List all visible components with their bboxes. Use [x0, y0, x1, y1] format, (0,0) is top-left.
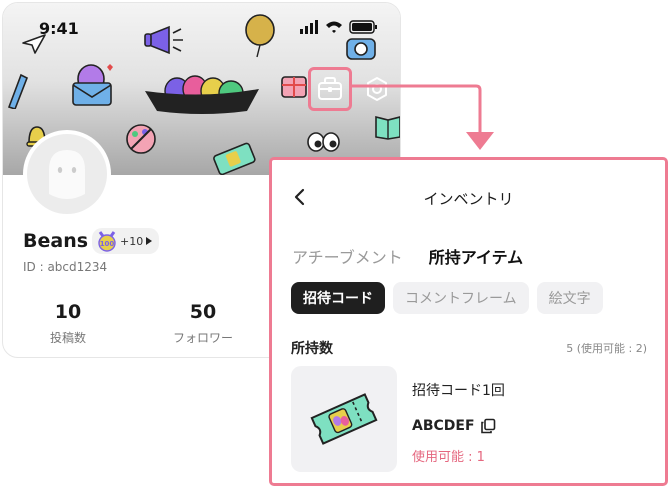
user-id: ID : abcd1234	[23, 260, 108, 274]
stat-posts-label: 投稿数	[49, 331, 86, 345]
tab-achievements[interactable]: アチーブメント	[292, 244, 403, 268]
mail-monster-icon	[72, 64, 113, 106]
status-bar: 9:41	[3, 3, 400, 43]
ghost-avatar-icon	[49, 150, 85, 199]
tab-owned-items[interactable]: 所持アイテム	[429, 244, 523, 268]
owned-count-label: 所持数	[291, 341, 333, 357]
ticket-sticker-icon	[213, 142, 256, 175]
gift-icon	[281, 76, 307, 98]
item-category-chips: 招待コード コメントフレーム 絵文字	[291, 282, 603, 314]
eyes-icon	[307, 132, 340, 152]
shop-icon	[318, 77, 342, 100]
chip-emoji[interactable]: 絵文字	[536, 282, 603, 314]
copy-button[interactable]	[479, 417, 497, 435]
stat-followers-label: フォロワー	[172, 331, 233, 345]
inventory-header: インベントリ	[272, 182, 665, 212]
copy-icon	[480, 418, 495, 434]
item-thumbnail[interactable]	[291, 366, 397, 472]
shop-button[interactable]	[312, 71, 348, 107]
stat-posts-value: 10	[54, 301, 82, 323]
stat-posts[interactable]: 10 投稿数	[23, 301, 113, 346]
avatar[interactable]	[23, 130, 111, 218]
status-time: 9:41	[39, 19, 79, 38]
book-icon	[375, 115, 400, 140]
ticket-icon	[310, 393, 378, 445]
owned-count-value: 5 (使用可能 : 2)	[566, 342, 647, 355]
inventory-panel: インベントリ アチーブメント 所持アイテム 招待コード コメントフレーム 絵文字…	[269, 157, 668, 486]
profile-name-row: Beans 100 +10	[23, 228, 160, 254]
inventory-title: インベントリ	[423, 190, 514, 208]
item-name: 招待コード1回	[412, 383, 505, 399]
invite-code: ABCDEF	[412, 418, 475, 434]
badge-list-button[interactable]: 100 +10	[92, 228, 160, 254]
badge-extra-count: +10	[120, 234, 144, 248]
profile-name: Beans	[23, 230, 89, 252]
stat-followers-value: 50	[189, 301, 217, 323]
item-code-row: ABCDEF	[412, 417, 497, 435]
chip-invite-code[interactable]: 招待コード	[291, 282, 385, 314]
status-indicators-icon	[300, 20, 377, 34]
inventory-tabs: アチーブメント 所持アイテム	[292, 244, 523, 268]
item-available-count: 使用可能 : 1	[412, 450, 485, 465]
badge-medal-icon: 100	[98, 231, 116, 252]
badge-medal-text: 100	[100, 240, 115, 248]
bean-bowl-icon	[145, 75, 259, 114]
chip-comment-frame[interactable]: コメントフレーム	[393, 282, 529, 314]
stat-followers[interactable]: 50 フォロワー	[158, 301, 248, 346]
palette-icon	[126, 124, 156, 154]
settings-icon	[367, 77, 387, 101]
pencil-icon	[7, 73, 29, 109]
settings-button[interactable]	[361, 73, 393, 105]
play-triangle-icon	[146, 237, 153, 245]
